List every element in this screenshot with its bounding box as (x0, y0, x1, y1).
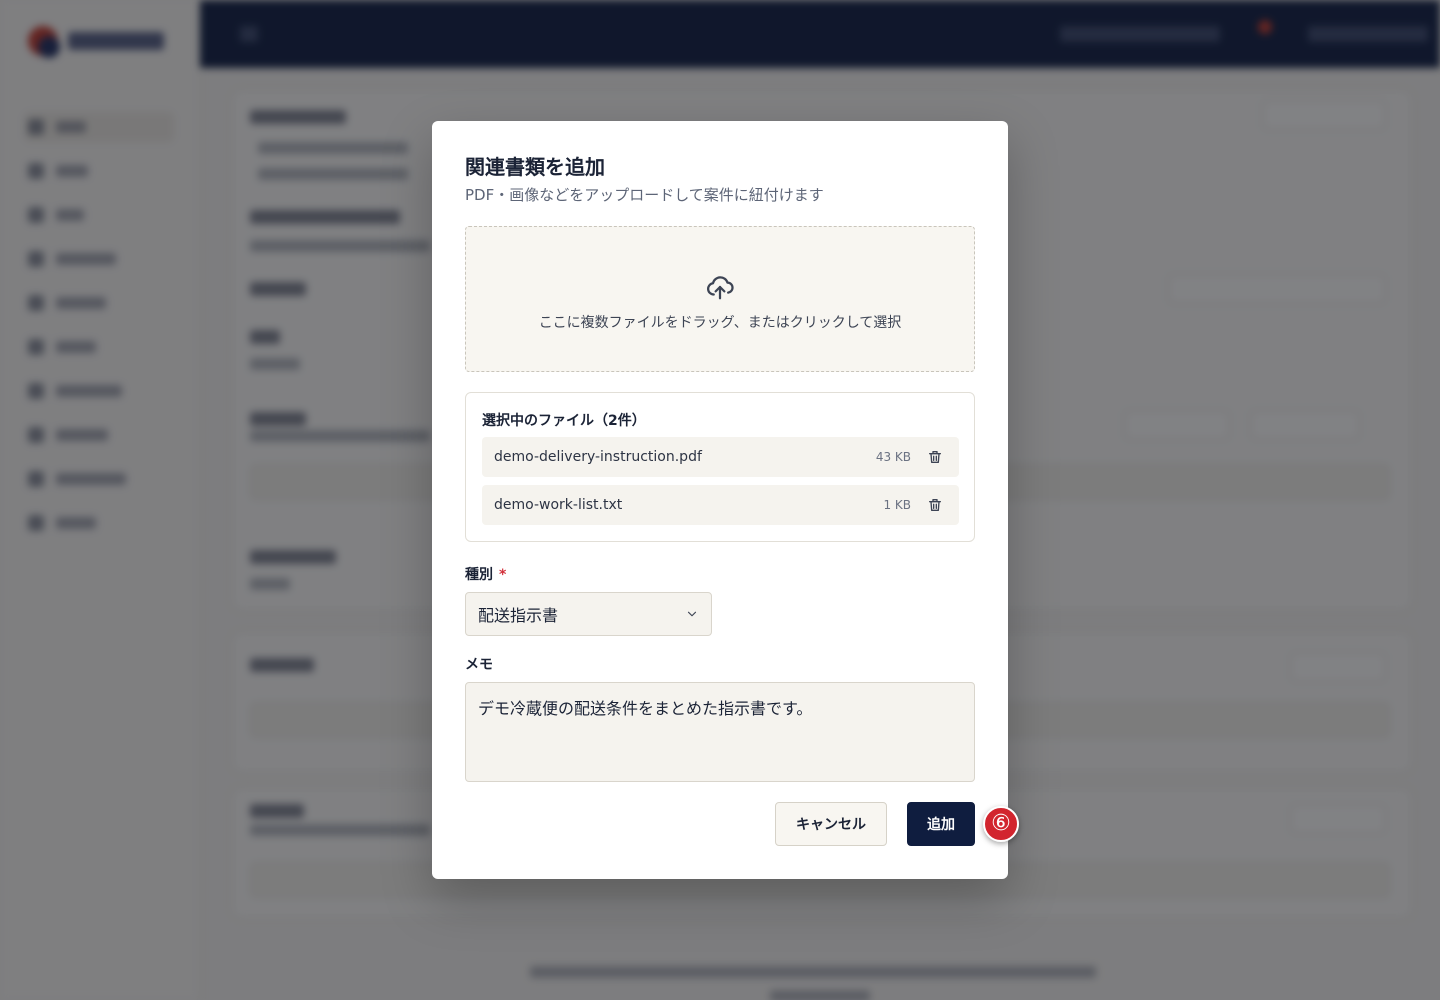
document-type-value: 配送指示書 (478, 606, 559, 625)
dialog-subtitle: PDF・画像などをアップロードして案件に紐付けます (465, 186, 824, 204)
remove-file-button[interactable] (923, 445, 947, 469)
selected-files-panel: 選択中のファイル（2件） demo-delivery-instruction.p… (465, 392, 975, 542)
cancel-button[interactable]: キャンセル (775, 802, 887, 846)
add-document-dialog: 関連書類を追加 PDF・画像などをアップロードして案件に紐付けます ここに複数フ… (432, 121, 1008, 879)
trash-icon (929, 451, 941, 463)
file-size: 43 KB (875, 450, 911, 464)
file-dropzone[interactable]: ここに複数ファイルをドラッグ、またはクリックして選択 (465, 226, 975, 372)
file-name: demo-work-list.txt (494, 497, 623, 513)
file-item: demo-work-list.txt 1 KB (482, 485, 959, 525)
document-type-select[interactable]: 配送指示書 (465, 592, 712, 636)
required-mark: * (499, 567, 507, 583)
trash-icon (929, 499, 941, 511)
memo-textarea[interactable]: デモ冷蔵便の配送条件をまとめた指示書です。 (465, 682, 975, 782)
chevron-down-icon (687, 611, 697, 617)
memo-label: メモ (465, 657, 493, 673)
dialog-title: 関連書類を追加 (465, 155, 605, 179)
file-name: demo-delivery-instruction.pdf (494, 449, 702, 465)
file-size: 1 KB (883, 498, 911, 512)
dropzone-instruction: ここに複数ファイルをドラッグ、またはクリックして選択 (538, 315, 902, 331)
remove-file-button[interactable] (923, 493, 947, 517)
add-button[interactable]: 追加 (907, 802, 975, 846)
cloud-upload-icon (707, 276, 734, 300)
type-label: 種別 * (465, 567, 507, 583)
file-item: demo-delivery-instruction.pdf 43 KB (482, 437, 959, 477)
step-number-badge: ⑥ (983, 806, 1019, 842)
selected-files-heading: 選択中のファイル（2件） (482, 413, 646, 429)
